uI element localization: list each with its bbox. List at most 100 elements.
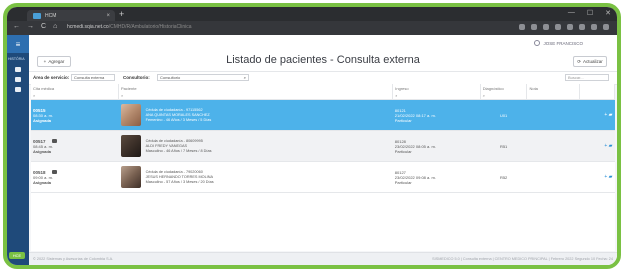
folder-icon[interactable]: ▰: [609, 112, 613, 118]
patient-photo: [120, 104, 141, 126]
consultorio-select[interactable]: Consultorio ⌕: [157, 74, 249, 81]
cita-status: Asignada: [33, 179, 52, 185]
sidebar-item-records-icon[interactable]: [15, 87, 21, 92]
cita-status: Asignada: [33, 117, 52, 123]
nota-cell: [526, 130, 580, 162]
patient-demographics: Masculino - 57 Años / 3 Meses / 20 Días: [145, 179, 214, 184]
back-icon[interactable]: ←: [13, 23, 20, 30]
user-bar: JOSE FRANCISCO: [29, 35, 617, 52]
column-filter-search-icon[interactable]: ⌕: [480, 92, 528, 100]
col-ingreso[interactable]: Ingreso: [392, 84, 481, 92]
consultorio-value: Consultorio: [160, 75, 181, 80]
filter-row: ⌕ ⌕ ⌕ ⌕: [31, 92, 616, 100]
column-filter-search-icon[interactable]: ⌕: [31, 92, 120, 100]
browser-nav: ← → C ⌂: [13, 23, 57, 30]
diagnosis: R51: [480, 130, 527, 162]
filter-bar: Área de servicio: Consulta externa Consu…: [29, 71, 617, 85]
profile-icon[interactable]: [591, 24, 597, 30]
reload-icon[interactable]: C: [41, 23, 46, 30]
patient-document: Cédula de ciudadanía - 80609995: [145, 138, 203, 143]
column-filter-search-icon[interactable]: ⌕: [118, 92, 394, 100]
screenshot-frame: HCM × + — ☐ ✕ ← → C ⌂ hcmedi.sqia.net.co…: [0, 0, 628, 276]
ingreso-type: Particular: [394, 117, 412, 123]
diagnosis: U01: [480, 99, 527, 131]
col-nota[interactable]: Nota: [526, 84, 580, 92]
home-icon[interactable]: ⌂: [53, 23, 57, 30]
url-field[interactable]: hcmedi.sqia.net.co/CMHD/R/Ambulatorio/Hi…: [67, 24, 192, 30]
url-host: hcmedi.sqia.net.co: [67, 24, 109, 30]
col-diagnostico[interactable]: Diagnóstico: [480, 84, 528, 92]
area-label: Área de servicio:: [33, 75, 70, 80]
add-icon[interactable]: +: [604, 112, 607, 118]
page-toolbar: + Agregar Listado de pacientes - Consult…: [29, 51, 617, 71]
column-filter: [579, 92, 616, 100]
forward-icon[interactable]: →: [27, 23, 34, 30]
extension-icon[interactable]: [531, 24, 537, 30]
window-controls: — ☐ ✕: [568, 9, 611, 17]
extension-icon[interactable]: [519, 24, 525, 30]
extension-icon[interactable]: [579, 24, 585, 30]
patient-table-wrapper: Cita médica Paciente Ingreso Diagnóstico…: [31, 84, 616, 251]
page-title: Listado de pacientes - Consulta externa: [226, 54, 420, 66]
patient-photo: [120, 135, 141, 157]
sidebar-badge[interactable]: HCE: [9, 252, 25, 259]
add-icon[interactable]: +: [604, 143, 607, 149]
camera-icon: [51, 169, 57, 174]
update-button[interactable]: ⟳ Actualizar: [573, 56, 607, 67]
table-row[interactable]: 00517 08:45 a. m. Asignada Cédula de ciu…: [31, 130, 615, 162]
extension-icon[interactable]: [555, 24, 561, 30]
browser-menu-icon[interactable]: [603, 24, 609, 30]
column-filter[interactable]: [526, 92, 580, 100]
extension-icons: [519, 24, 609, 30]
col-cita[interactable]: Cita médica: [31, 84, 120, 92]
patient-table: Cita médica Paciente Ingreso Diagnóstico…: [31, 84, 616, 193]
patient-name: ANA QUINTAS MORALES SANCHEZ: [145, 112, 210, 117]
sidebar-item-home-icon[interactable]: [15, 67, 21, 72]
col-actions: [579, 84, 616, 92]
minimize-icon[interactable]: —: [568, 9, 575, 17]
consultorio-label: Consultorio:: [123, 75, 150, 80]
table-row[interactable]: 00515 08:30 a. m. Asignada Cédula de ciu…: [31, 99, 615, 131]
area-select[interactable]: Consulta externa: [71, 74, 115, 81]
patient-info: Cédula de ciudadanía - 79020060 JESUS HE…: [146, 170, 214, 185]
cita-status: Asignada: [33, 148, 52, 154]
search-input[interactable]: Buscar...: [565, 74, 609, 81]
nota-cell: [526, 99, 580, 131]
browser-tab[interactable]: HCM ×: [27, 10, 115, 21]
patient-photo: [120, 166, 141, 188]
maximize-icon[interactable]: ☐: [587, 9, 593, 17]
column-filter-search-icon[interactable]: ⌕: [392, 92, 481, 100]
col-paciente[interactable]: Paciente: [118, 84, 394, 92]
new-tab-button[interactable]: +: [119, 9, 124, 19]
tab-favicon-icon: [33, 12, 41, 19]
table-row[interactable]: 00518 09:00 a. m. Asignada Cédula de ciu…: [31, 161, 615, 193]
extension-icon[interactable]: [567, 24, 573, 30]
close-window-icon[interactable]: ✕: [605, 9, 611, 17]
add-icon[interactable]: +: [604, 174, 607, 180]
sidebar-label: HISTÓRIA: [8, 57, 25, 61]
sidebar-item-patients-icon[interactable]: [15, 77, 21, 82]
row-actions: + ▰: [579, 99, 615, 131]
app-footer: © 2022 Sistemas y Asesorías de Colombia …: [29, 252, 617, 265]
search-icon: ⌕: [243, 75, 246, 80]
url-path: /CMHD/R/Ambulatorio/HistoriaClinica: [108, 24, 192, 30]
patient-demographics: Femenino - 46 Años / 3 Meses / 5 Días: [145, 117, 212, 122]
footer-copyright: © 2022 Sistemas y Asesorías de Colombia …: [33, 257, 114, 261]
folder-icon[interactable]: ▰: [609, 143, 613, 149]
refresh-icon: ⟳: [577, 58, 581, 64]
folder-icon[interactable]: ▰: [609, 174, 613, 180]
camera-icon: [51, 138, 57, 143]
user-avatar-icon: [534, 40, 541, 46]
nota-cell: [526, 161, 580, 193]
footer-info: SISMEDICO 5.0 | Consulta externa | CENTR…: [432, 257, 613, 261]
user-menu[interactable]: JOSE FRANCISCO: [534, 40, 583, 46]
user-name: JOSE FRANCISCO: [543, 40, 583, 46]
menu-toggle-icon[interactable]: ≡: [7, 35, 29, 53]
update-button-label: Actualizar: [583, 59, 603, 64]
extension-icon[interactable]: [543, 24, 549, 30]
patient-document: Cédula de ciudadanía - 97115562: [145, 107, 203, 112]
ingreso-type: Particular: [394, 179, 412, 185]
row-actions: + ▰: [579, 161, 615, 193]
patient-name: JESUS HERNANDO TORRES MOLINA: [145, 174, 214, 179]
tab-close-icon[interactable]: ×: [106, 13, 110, 19]
